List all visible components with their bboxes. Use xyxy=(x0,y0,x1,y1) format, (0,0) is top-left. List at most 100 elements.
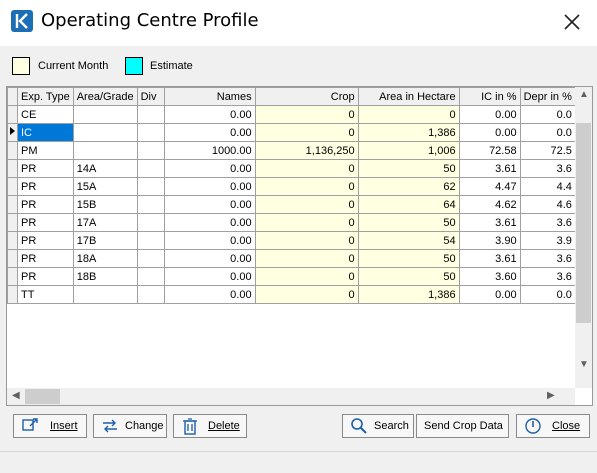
cell-div[interactable] xyxy=(136,159,165,178)
cell-area-hectare[interactable]: 54 xyxy=(357,231,460,250)
cell-ic-percent[interactable]: 0.00 xyxy=(458,285,521,304)
current-row-indicator-icon[interactable] xyxy=(7,123,18,142)
cell-names[interactable]: 0.00 xyxy=(163,177,256,196)
cell-ic-percent[interactable]: 3.61 xyxy=(458,159,521,178)
table-row[interactable]: PR 15B 0.00 0 64 4.62 4.6 xyxy=(7,195,576,214)
row-indicator[interactable] xyxy=(7,231,18,250)
cell-depr-percent[interactable]: 3.6 xyxy=(519,267,576,286)
change-button[interactable]: Change xyxy=(93,414,167,438)
cell-crop[interactable]: 0 xyxy=(254,231,359,250)
cell-div[interactable] xyxy=(136,141,165,160)
delete-button[interactable]: Delete xyxy=(173,414,247,438)
cell-area-hectare[interactable]: 1,386 xyxy=(357,123,460,142)
row-indicator[interactable] xyxy=(7,177,18,196)
row-indicator[interactable] xyxy=(7,159,18,178)
cell-names[interactable]: 0.00 xyxy=(163,267,256,286)
cell-exp-type[interactable]: PR xyxy=(17,177,74,196)
cell-depr-percent[interactable]: 3.6 xyxy=(519,159,576,178)
scroll-up-icon[interactable]: ▲ xyxy=(579,89,589,100)
table-row[interactable]: CE 0.00 0 0 0.00 0.0 xyxy=(7,105,576,124)
cell-depr-percent[interactable]: 3.6 xyxy=(519,213,576,232)
cell-names[interactable]: 0.00 xyxy=(163,159,256,178)
cell-ic-percent[interactable]: 3.61 xyxy=(458,249,521,268)
cell-area-grade[interactable]: 15A xyxy=(72,177,138,196)
table-row[interactable]: PR 14A 0.00 0 50 3.61 3.6 xyxy=(7,159,576,178)
cell-exp-type[interactable]: PM xyxy=(17,141,74,160)
table-row[interactable]: TT 0.00 0 1,386 0.00 0.0 xyxy=(7,285,576,304)
cell-depr-percent[interactable]: 0.0 xyxy=(519,285,576,304)
cell-area-hectare[interactable]: 64 xyxy=(357,195,460,214)
cell-ic-percent[interactable]: 4.62 xyxy=(458,195,521,214)
cell-area-hectare[interactable]: 50 xyxy=(357,213,460,232)
cell-div[interactable] xyxy=(136,249,165,268)
vertical-scrollbar[interactable]: ▲ ▼ xyxy=(575,87,592,388)
cell-div[interactable] xyxy=(136,213,165,232)
col-header-depr-percent[interactable]: Depr in % xyxy=(519,87,576,106)
cell-names[interactable]: 0.00 xyxy=(163,213,256,232)
col-header-names[interactable]: Names xyxy=(163,87,256,106)
table-row[interactable]: PM 1000.00 1,136,250 1,006 72.58 72.5 xyxy=(7,141,576,160)
row-indicator[interactable] xyxy=(7,195,18,214)
cell-depr-percent[interactable]: 4.6 xyxy=(519,195,576,214)
row-indicator[interactable] xyxy=(7,285,18,304)
cell-crop[interactable]: 0 xyxy=(254,249,359,268)
cell-area-grade[interactable]: 17B xyxy=(72,231,138,250)
cell-area-grade[interactable]: 15B xyxy=(72,195,138,214)
cell-exp-type[interactable]: PR xyxy=(17,231,74,250)
table-row[interactable]: PR 17A 0.00 0 50 3.61 3.6 xyxy=(7,213,576,232)
insert-button[interactable]: Insert xyxy=(13,414,87,438)
cell-exp-type[interactable]: TT xyxy=(17,285,74,304)
cell-names[interactable]: 0.00 xyxy=(163,249,256,268)
cell-ic-percent[interactable]: 4.47 xyxy=(458,177,521,196)
col-header-div[interactable]: Div xyxy=(136,87,165,106)
row-indicator[interactable] xyxy=(7,141,18,160)
vertical-scroll-thumb[interactable] xyxy=(576,123,591,323)
row-indicator[interactable] xyxy=(7,213,18,232)
col-header-exp-type[interactable]: Exp. Type xyxy=(17,87,74,106)
cell-div[interactable] xyxy=(136,231,165,250)
table-row[interactable]: PR 17B 0.00 0 54 3.90 3.9 xyxy=(7,231,576,250)
cell-names[interactable]: 0.00 xyxy=(163,105,256,124)
cell-area-hectare[interactable]: 1,386 xyxy=(357,285,460,304)
table-row[interactable]: PR 15A 0.00 0 62 4.47 4.4 xyxy=(7,177,576,196)
cell-area-grade[interactable]: 14A xyxy=(72,159,138,178)
col-header-ic-percent[interactable]: IC in % xyxy=(458,87,521,106)
row-indicator[interactable] xyxy=(7,249,18,268)
cell-area-hectare[interactable]: 62 xyxy=(357,177,460,196)
cell-area-grade[interactable] xyxy=(72,105,138,124)
cell-area-grade[interactable] xyxy=(72,141,138,160)
cell-area-hectare[interactable]: 0 xyxy=(357,105,460,124)
cell-crop[interactable]: 0 xyxy=(254,105,359,124)
cell-names[interactable]: 0.00 xyxy=(163,195,256,214)
cell-ic-percent[interactable]: 3.61 xyxy=(458,213,521,232)
cell-area-grade[interactable]: 17A xyxy=(72,213,138,232)
scroll-right-icon[interactable]: ▶ xyxy=(547,390,555,401)
cell-div[interactable] xyxy=(136,105,165,124)
cell-crop[interactable]: 0 xyxy=(254,285,359,304)
cell-ic-percent[interactable]: 72.58 xyxy=(458,141,521,160)
scroll-down-icon[interactable]: ▼ xyxy=(579,359,589,370)
cell-names[interactable]: 0.00 xyxy=(163,231,256,250)
cell-depr-percent[interactable]: 0.0 xyxy=(519,105,576,124)
cell-ic-percent[interactable]: 0.00 xyxy=(458,105,521,124)
cell-area-hectare[interactable]: 50 xyxy=(357,249,460,268)
cell-crop[interactable]: 0 xyxy=(254,177,359,196)
cell-exp-type[interactable]: CE xyxy=(17,105,74,124)
cell-exp-type[interactable]: IC xyxy=(17,123,74,142)
table-row[interactable]: PR 18B 0.00 0 50 3.60 3.6 xyxy=(7,267,576,286)
horizontal-scroll-thumb[interactable] xyxy=(25,389,60,404)
row-indicator[interactable] xyxy=(7,105,18,124)
cell-depr-percent[interactable]: 3.6 xyxy=(519,249,576,268)
cell-area-hectare[interactable]: 50 xyxy=(357,159,460,178)
cell-names[interactable]: 0.00 xyxy=(163,123,256,142)
cell-div[interactable] xyxy=(136,285,165,304)
cell-ic-percent[interactable]: 3.90 xyxy=(458,231,521,250)
cell-crop[interactable]: 0 xyxy=(254,123,359,142)
cell-exp-type[interactable]: PR xyxy=(17,267,74,286)
cell-depr-percent[interactable]: 72.5 xyxy=(519,141,576,160)
cell-crop[interactable]: 0 xyxy=(254,195,359,214)
cell-exp-type[interactable]: PR xyxy=(17,195,74,214)
cell-area-grade[interactable] xyxy=(72,123,138,142)
cell-exp-type[interactable]: PR xyxy=(17,213,74,232)
cell-crop[interactable]: 1,136,250 xyxy=(254,141,359,160)
